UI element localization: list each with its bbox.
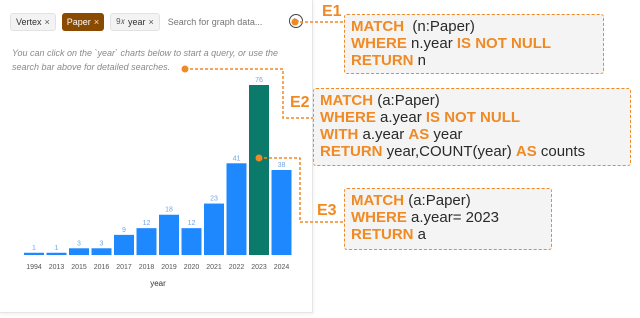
tick-label-2017: 2017 bbox=[116, 264, 132, 271]
cypher-keyword: WHERE bbox=[351, 209, 407, 226]
tick-label-1994: 1994 bbox=[26, 264, 42, 271]
cypher-text: n bbox=[413, 52, 427, 69]
cypher-keyword: MATCH bbox=[320, 92, 374, 109]
value-label-2020: 12 bbox=[188, 220, 196, 227]
bar-2017[interactable] bbox=[114, 234, 134, 255]
value-label-2015: 3 bbox=[77, 240, 81, 247]
e1-query-line: RETURN n bbox=[351, 52, 597, 69]
tick-label-2022: 2022 bbox=[229, 264, 245, 271]
x-axis-label: year bbox=[150, 279, 166, 288]
cypher-keyword: MATCH bbox=[351, 18, 405, 35]
e2-query-line: WITH a.year AS year bbox=[320, 126, 624, 143]
cypher-keyword: WITH bbox=[320, 126, 359, 143]
year-bar-chart: 1 1994 1 2013 3 2015 3 2016 9 2017 12 2018 18 2019 12 2… bbox=[24, 77, 292, 288]
value-label-2016: 3 bbox=[100, 240, 104, 247]
e3-query-box: MATCH (a:Paper) WHERE a.year= 2023 RETURN … bbox=[344, 188, 552, 250]
cypher-text: n.year bbox=[406, 35, 457, 52]
cypher-text: a.year bbox=[375, 109, 426, 126]
bar-2018[interactable] bbox=[136, 228, 157, 255]
bar-2019[interactable] bbox=[159, 214, 179, 255]
e3-query-line: MATCH (a:Paper) bbox=[351, 192, 545, 209]
e2-query-line: RETURN year,COUNT(year) AS counts bbox=[320, 143, 624, 160]
value-label-2023: 76 bbox=[255, 77, 263, 84]
bar-2013[interactable] bbox=[46, 252, 67, 255]
cypher-keyword: WHERE bbox=[351, 35, 407, 52]
cypher-keyword: MATCH bbox=[351, 192, 405, 209]
bar-2022[interactable] bbox=[226, 163, 247, 255]
cypher-keyword: IS NOT NULL bbox=[425, 109, 521, 126]
tick-label-2019: 2019 bbox=[161, 264, 177, 271]
cypher-text: a bbox=[413, 226, 427, 243]
value-label-2022: 41 bbox=[233, 155, 241, 162]
tick-label-2024: 2024 bbox=[274, 264, 290, 271]
bar-2020[interactable] bbox=[181, 228, 202, 255]
cypher-text: a.year bbox=[358, 126, 409, 143]
bar-2021[interactable] bbox=[204, 203, 224, 255]
cypher-text: year,COUNT(year) bbox=[382, 143, 516, 160]
value-label-2017: 9 bbox=[122, 227, 126, 234]
value-label-2024: 38 bbox=[278, 162, 286, 169]
e2-label: E2 bbox=[290, 94, 310, 111]
value-label-2013: 1 bbox=[55, 245, 59, 252]
cypher-keyword: RETURN bbox=[351, 52, 414, 69]
tick-label-2013: 2013 bbox=[49, 264, 65, 271]
e3-label: E3 bbox=[317, 202, 337, 219]
e1-query-line: WHERE n.year IS NOT NULL bbox=[351, 35, 597, 52]
tick-label-2021: 2021 bbox=[206, 264, 222, 271]
tick-label-2015: 2015 bbox=[71, 264, 87, 271]
e2-query-box: MATCH (a:Paper) WHERE a.year IS NOT NULL W… bbox=[313, 88, 631, 166]
e1-query-box: MATCH (n:Paper) WHERE n.year IS NOT NULL R… bbox=[344, 14, 604, 74]
bar-2023[interactable] bbox=[249, 85, 269, 255]
cypher-text: a.year= 2023 bbox=[406, 209, 499, 226]
cypher-keyword: AS bbox=[515, 143, 537, 160]
value-label-1994: 1 bbox=[32, 245, 36, 252]
e3-query-line: RETURN a bbox=[351, 226, 545, 243]
tick-label-2016: 2016 bbox=[94, 264, 110, 271]
cypher-keyword: WHERE bbox=[320, 109, 376, 126]
e2-query-line: MATCH (a:Paper) bbox=[320, 92, 624, 109]
tick-label-2023: 2023 bbox=[251, 264, 267, 271]
cypher-text: (a:Paper) bbox=[373, 92, 440, 109]
bar-2024[interactable] bbox=[271, 170, 292, 255]
bar-2015[interactable] bbox=[69, 248, 89, 255]
cypher-text: year bbox=[429, 126, 463, 143]
tick-label-2020: 2020 bbox=[184, 264, 200, 271]
e1-label: E1 bbox=[322, 3, 342, 20]
e1-query-line: MATCH (n:Paper) bbox=[351, 18, 597, 35]
e2-query-line: WHERE a.year IS NOT NULL bbox=[320, 109, 624, 126]
cypher-keyword: RETURN bbox=[320, 143, 383, 160]
e3-query-line: WHERE a.year= 2023 bbox=[351, 209, 545, 226]
cypher-keyword: IS NOT NULL bbox=[456, 35, 552, 52]
cypher-keyword: AS bbox=[408, 126, 430, 143]
cypher-text: (n:Paper) bbox=[404, 18, 475, 35]
bar-2016[interactable] bbox=[91, 248, 112, 255]
value-label-2018: 12 bbox=[143, 220, 151, 227]
cypher-keyword: RETURN bbox=[351, 226, 414, 243]
value-label-2021: 23 bbox=[210, 196, 218, 203]
graph-query-panel: Vertex × Paper × 9𝑥 year × You can click… bbox=[0, 0, 313, 313]
bar-1994[interactable] bbox=[24, 252, 44, 255]
cypher-text: (a:Paper) bbox=[404, 192, 471, 209]
tick-label-2018: 2018 bbox=[139, 264, 155, 271]
value-label-2019: 18 bbox=[165, 207, 173, 214]
cypher-text: counts bbox=[536, 143, 586, 160]
